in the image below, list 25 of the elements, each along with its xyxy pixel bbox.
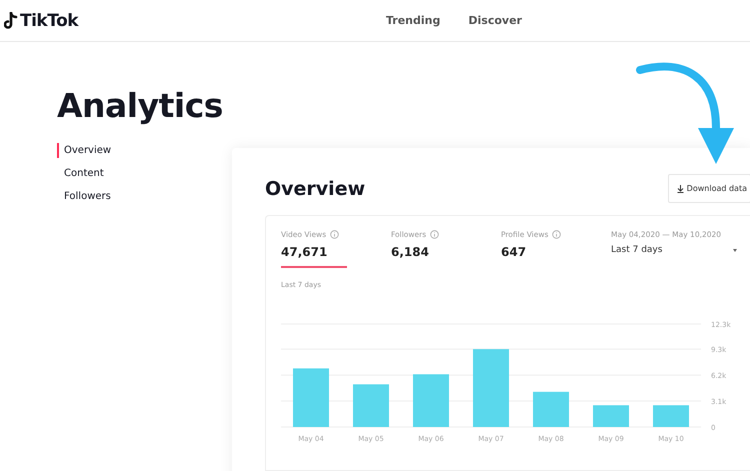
music-note-icon: [4, 12, 18, 30]
download-button[interactable]: Download data: [668, 174, 750, 203]
nav-link[interactable]: Discover: [468, 14, 522, 27]
metric-tab[interactable]: 6,184: [391, 245, 457, 268]
page-title: Analytics: [57, 86, 224, 125]
chart-bar: [533, 392, 569, 427]
sidebar-item[interactable]: Overview: [57, 143, 232, 158]
info-icon: [430, 230, 440, 239]
download-icon: [676, 184, 684, 192]
info-icon: [552, 230, 562, 239]
chart-bar: [293, 368, 329, 427]
sidebar-item[interactable]: Content: [57, 166, 232, 181]
period-select[interactable]: Last 7 days: [611, 245, 737, 255]
metric-tab[interactable]: 47,671: [281, 245, 347, 268]
chart-bar: [413, 374, 449, 427]
caret-icon: [733, 248, 737, 252]
info-icon: [330, 230, 340, 239]
chart-bar: [593, 405, 629, 427]
nav-link[interactable]: Trending: [386, 14, 440, 27]
sidebar-item[interactable]: Followers: [57, 189, 232, 204]
chart-bar: [353, 384, 389, 427]
logo-text[interactable]: TikTok: [20, 10, 78, 30]
chart-bar: [653, 405, 689, 427]
section-title: Overview: [265, 178, 366, 200]
metric-tab[interactable]: 647: [501, 245, 567, 268]
